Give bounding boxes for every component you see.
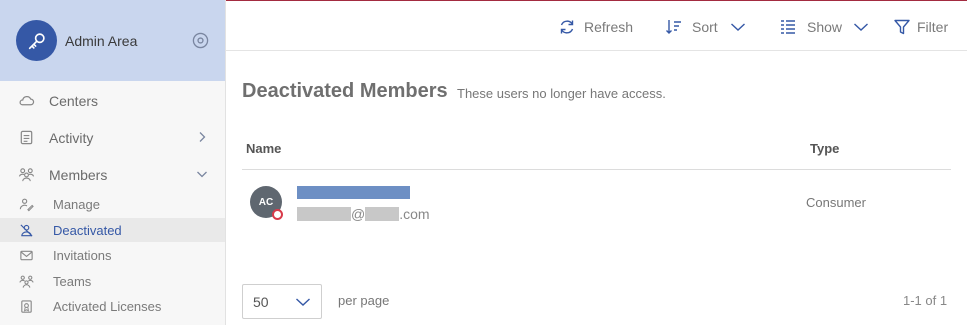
list-icon <box>781 20 795 34</box>
page-subtitle: These users no longer have access. <box>457 86 666 101</box>
sidebar-subitem-label: Activated Licenses <box>53 299 162 314</box>
sidebar-subitem-label: Deactivated <box>53 223 122 238</box>
sidebar-subitem-invitations[interactable]: Invitations <box>0 243 225 267</box>
sort-button[interactable]: Sort <box>665 17 746 37</box>
refresh-label: Refresh <box>584 19 634 35</box>
sidebar-title: Admin Area <box>65 33 138 49</box>
chevron-right-icon <box>199 132 206 142</box>
refresh-icon <box>560 20 574 34</box>
sidebar-subitem-deactivated[interactable]: Deactivated <box>0 218 225 242</box>
pagination-info: 1-1 of 1 <box>903 293 948 308</box>
member-type: Consumer <box>806 195 866 210</box>
refresh-button[interactable]: Refresh <box>558 17 633 37</box>
filter-button[interactable]: Filter <box>893 17 948 37</box>
sidebar-item-label: Activity <box>49 129 94 146</box>
users-icon <box>18 168 35 182</box>
email-domain-redacted <box>365 206 400 221</box>
chevron-down-icon <box>197 171 207 178</box>
envelope-icon <box>20 250 33 261</box>
sidebar-subitem-activated-licenses[interactable]: Activated Licenses <box>0 294 225 318</box>
status-inactive-icon <box>272 209 283 220</box>
key-icon[interactable] <box>16 20 57 61</box>
show-button[interactable]: Show <box>779 17 869 37</box>
table-header-divider <box>242 169 951 170</box>
sort-icon <box>666 20 681 34</box>
member-name-redacted <box>297 186 410 199</box>
email-at: @ <box>351 205 366 222</box>
filter-icon <box>894 19 910 35</box>
sidebar-subitem-label: Manage <box>53 197 100 212</box>
sidebar-subitem-label: Invitations <box>53 248 112 263</box>
license-icon <box>21 300 32 313</box>
toolbar: Refresh Sort Show Filter <box>226 1 967 51</box>
app-root: Admin Area Centers Activity Members Mana… <box>0 0 967 325</box>
sidebar-item-centers[interactable]: Centers <box>0 88 225 113</box>
settings-icon[interactable] <box>192 32 209 49</box>
sidebar: Admin Area Centers Activity Members Mana… <box>0 0 226 325</box>
team-icon <box>19 275 34 288</box>
per-page-value: 50 <box>253 294 269 310</box>
column-header-name[interactable]: Name <box>246 141 281 156</box>
column-header-type[interactable]: Type <box>810 141 839 156</box>
sidebar-subitem-label: Teams <box>53 274 92 289</box>
cloud-icon <box>19 96 35 106</box>
chevron-down-icon <box>730 23 745 31</box>
email-local-redacted <box>297 206 351 221</box>
user-edit-icon <box>19 198 34 212</box>
filter-label: Filter <box>917 19 949 35</box>
chevron-down-icon <box>854 23 869 31</box>
sidebar-header: Admin Area <box>0 0 225 81</box>
sort-label: Sort <box>692 19 718 35</box>
sidebar-item-label: Members <box>49 166 108 183</box>
chevron-down-icon <box>296 298 310 306</box>
per-page-label: per page <box>338 293 390 308</box>
sidebar-item-activity[interactable]: Activity <box>0 125 225 150</box>
sidebar-item-members[interactable]: Members <box>0 162 225 187</box>
per-page-select[interactable]: 50 <box>242 284 322 319</box>
member-email: @ .com <box>297 205 430 222</box>
show-label: Show <box>807 19 843 35</box>
sidebar-subitem-manage[interactable]: Manage <box>0 192 225 216</box>
avatar-initials: AC <box>258 196 274 208</box>
email-suffix: .com <box>399 205 430 222</box>
page-title: Deactivated Members <box>242 80 448 102</box>
user-slash-icon <box>20 224 33 237</box>
sidebar-item-label: Centers <box>49 92 99 109</box>
sidebar-subitem-teams[interactable]: Teams <box>0 269 225 293</box>
clipboard-icon <box>20 130 33 145</box>
